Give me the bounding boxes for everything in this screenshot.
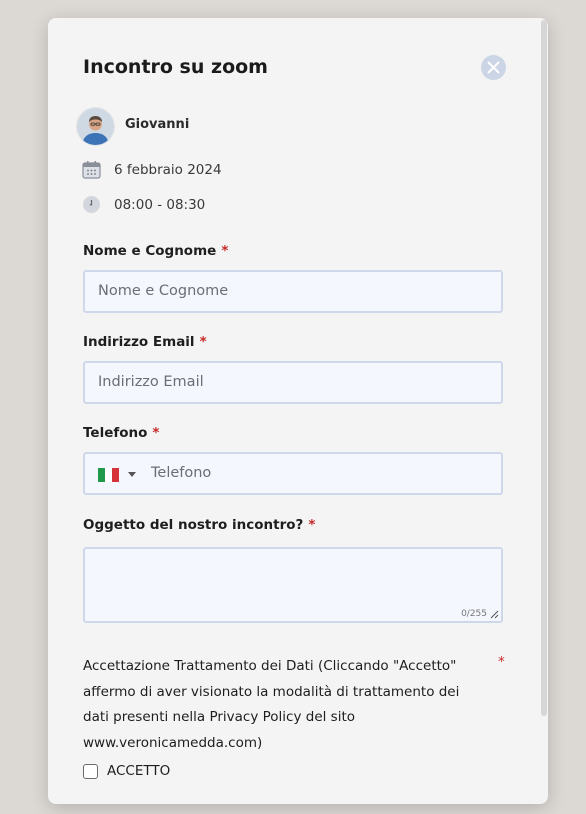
email-input[interactable]: Indirizzo Email bbox=[83, 361, 503, 404]
host-name: Giovanni bbox=[125, 117, 190, 132]
modal-title: Incontro su zoom bbox=[83, 56, 268, 78]
name-input[interactable]: Nome e Cognome bbox=[83, 270, 503, 313]
close-button[interactable] bbox=[481, 55, 506, 80]
consent-checkbox[interactable] bbox=[83, 764, 98, 779]
host-avatar bbox=[76, 107, 115, 146]
name-placeholder: Nome e Cognome bbox=[98, 283, 229, 299]
phone-input[interactable]: Telefono bbox=[83, 452, 503, 495]
chevron-down-icon[interactable] bbox=[128, 472, 136, 477]
calendar-icon bbox=[82, 160, 101, 183]
clock-icon bbox=[82, 195, 101, 218]
name-label: Nome e Cognome * bbox=[83, 243, 229, 259]
meeting-time: 08:00 - 08:30 bbox=[114, 197, 206, 213]
character-counter: 0/255 bbox=[461, 609, 487, 619]
subject-label: Oggetto del nostro incontro? * bbox=[83, 517, 316, 533]
italy-flag-icon[interactable] bbox=[98, 468, 119, 482]
email-label: Indirizzo Email * bbox=[83, 334, 207, 350]
subject-textarea[interactable]: 0/255 bbox=[83, 547, 503, 623]
consent-checkbox-label[interactable]: ACCETTO bbox=[107, 763, 170, 779]
required-mark: * bbox=[221, 243, 229, 259]
phone-label: Telefono * bbox=[83, 425, 160, 441]
resize-handle-icon[interactable] bbox=[489, 609, 499, 619]
consent-text: Accettazione Trattamento dei Dati (Clicc… bbox=[83, 658, 460, 751]
required-mark: * bbox=[199, 334, 207, 350]
booking-modal: Incontro su zoom Giovanni 6 febbraio 202… bbox=[48, 18, 548, 804]
close-icon bbox=[487, 61, 500, 74]
scrollbar[interactable] bbox=[541, 20, 547, 716]
email-placeholder: Indirizzo Email bbox=[98, 374, 204, 390]
required-mark: * bbox=[498, 654, 505, 670]
required-mark: * bbox=[152, 425, 160, 441]
phone-placeholder: Telefono bbox=[151, 465, 212, 481]
required-mark: * bbox=[308, 517, 316, 533]
meeting-date: 6 febbraio 2024 bbox=[114, 162, 222, 178]
